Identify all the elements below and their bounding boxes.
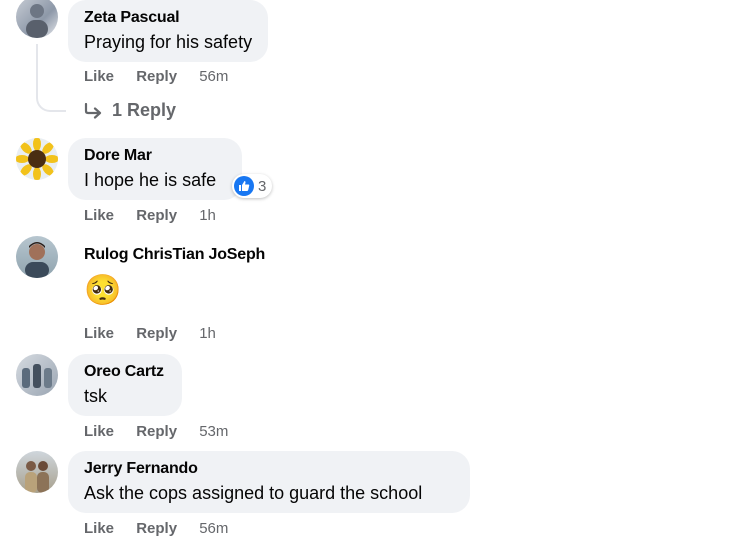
pleading-face-emoji: 🥺 xyxy=(84,274,122,307)
comment-timestamp[interactable]: 1h xyxy=(199,207,216,224)
replies-count: 1 Reply xyxy=(112,100,177,120)
comment-bubble: Zeta Pascual Praying for his safety xyxy=(68,0,269,62)
comment-bubble: Dore Mar I hope he is safe xyxy=(68,138,242,200)
thread-connector xyxy=(36,44,66,112)
avatar[interactable] xyxy=(16,138,58,180)
comment-timestamp[interactable]: 53m xyxy=(199,423,228,440)
like-button[interactable]: Like xyxy=(84,423,114,440)
avatar[interactable] xyxy=(16,451,58,493)
comment-text: Ask the cops assigned to guard the schoo… xyxy=(84,483,423,503)
like-reaction-icon xyxy=(234,176,254,196)
comment-bubble: Oreo Cartz tsk xyxy=(68,354,182,416)
reply-button[interactable]: Reply xyxy=(136,325,177,342)
avatar[interactable] xyxy=(16,236,58,278)
reply-arrow-icon xyxy=(84,102,102,119)
comment-text: tsk xyxy=(84,386,108,406)
comment-text: Praying for his safety xyxy=(84,32,253,52)
comment-actions: Like Reply 53m xyxy=(84,423,246,440)
comment-actions: Like Reply 1h xyxy=(84,325,234,342)
like-button[interactable]: Like xyxy=(84,68,114,85)
reply-button[interactable]: Reply xyxy=(136,423,177,440)
comment-timestamp[interactable]: 56m xyxy=(199,68,228,85)
like-button[interactable]: Like xyxy=(84,325,114,342)
comment-author[interactable]: Rulog ChrisTian JoSeph xyxy=(84,244,265,265)
reply-button[interactable]: Reply xyxy=(136,207,177,224)
like-button[interactable]: Like xyxy=(84,207,114,224)
avatar[interactable] xyxy=(16,354,58,396)
view-replies-link[interactable]: 1 Reply xyxy=(84,100,176,121)
comment-author[interactable]: Zeta Pascual xyxy=(84,7,252,28)
comment-author[interactable]: Dore Mar xyxy=(84,145,226,166)
comment-actions: Like Reply 56m xyxy=(84,520,246,537)
comment-author[interactable]: Jerry Fernando xyxy=(84,458,454,479)
comment-timestamp[interactable]: 56m xyxy=(199,520,228,537)
avatar[interactable] xyxy=(16,0,58,38)
comment-timestamp[interactable]: 1h xyxy=(199,325,216,342)
comment-content: Rulog ChrisTian JoSeph 🥺 xyxy=(84,244,265,309)
comment-author[interactable]: Oreo Cartz xyxy=(84,361,166,382)
comment-text: I hope he is safe xyxy=(84,170,217,190)
comment-actions: Like Reply 56m xyxy=(84,68,246,85)
reaction-badge[interactable]: 3 xyxy=(232,174,273,198)
reply-button[interactable]: Reply xyxy=(136,520,177,537)
like-button[interactable]: Like xyxy=(84,520,114,537)
comment-actions: Like Reply 1h xyxy=(84,207,234,224)
reaction-count: 3 xyxy=(258,177,267,195)
comment-bubble: Jerry Fernando Ask the cops assigned to … xyxy=(68,451,470,513)
reply-button[interactable]: Reply xyxy=(136,68,177,85)
